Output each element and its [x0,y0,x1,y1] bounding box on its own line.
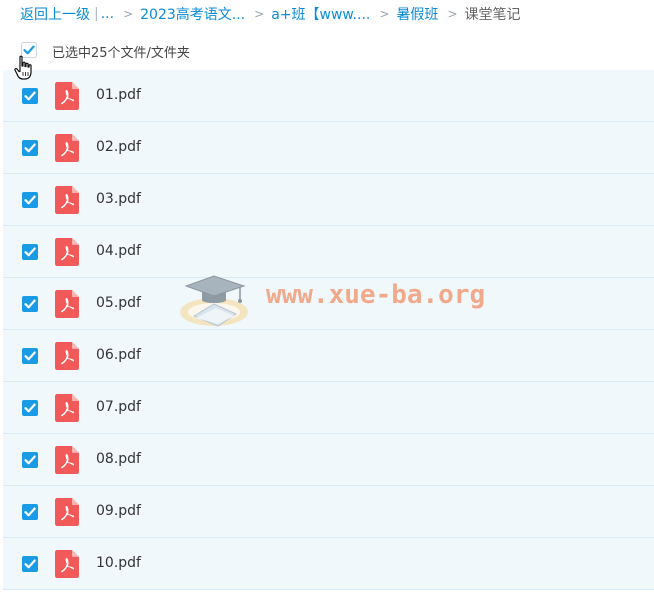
file-checkbox[interactable] [22,504,38,520]
breadcrumb-more-link[interactable]: ... [101,6,114,22]
file-row[interactable]: 07.pdf [3,382,654,434]
breadcrumb-separator-icon: > [447,7,458,21]
file-row[interactable]: 10.pdf [3,538,654,590]
pdf-icon [55,550,79,578]
file-name: 09.pdf [96,503,141,519]
file-name: 07.pdf [96,399,141,415]
pdf-icon [55,498,79,526]
file-row[interactable]: 06.pdf [3,330,654,382]
breadcrumb-item-class[interactable]: a+班【www.... [271,4,370,24]
hand-cursor-icon [14,55,32,80]
file-row[interactable]: 01.pdf [3,70,654,122]
file-row[interactable]: 04.pdf [3,226,654,278]
breadcrumb-separator-icon: > [123,7,134,21]
file-name: 05.pdf [96,295,141,311]
file-list: 01.pdf 02.pdf 03.pdf 04.pdf 05.pdf 06.pdf 07.p… [3,70,654,590]
file-name: 02.pdf [96,139,141,155]
file-name: 03.pdf [96,191,141,207]
pdf-icon [55,238,79,266]
file-name: 08.pdf [96,451,141,467]
pdf-icon [55,186,79,214]
breadcrumb-divider: | [94,6,99,22]
breadcrumb-separator-icon: > [254,7,265,21]
file-checkbox[interactable] [22,452,38,468]
file-row[interactable]: 09.pdf [3,486,654,538]
pdf-icon [55,394,79,422]
pdf-icon [55,446,79,474]
file-row[interactable]: 05.pdf [3,278,654,330]
back-link[interactable]: 返回上一级 [20,4,90,24]
file-name: 01.pdf [96,87,141,103]
file-name: 10.pdf [96,555,141,571]
file-name: 04.pdf [96,243,141,259]
file-checkbox[interactable] [22,348,38,364]
breadcrumb-item-course[interactable]: 2023高考语文... [140,4,245,24]
breadcrumb-item-summer[interactable]: 暑假班 [396,4,438,24]
file-checkbox[interactable] [22,296,38,312]
pdf-icon [55,342,79,370]
breadcrumb-current: 课堂笔记 [464,7,521,23]
file-checkbox[interactable] [22,556,38,572]
breadcrumb: 返回上一级 | ... > 2023高考语文... > a+班【www.... … [20,4,521,24]
file-checkbox[interactable] [22,140,38,156]
file-checkbox[interactable] [22,88,38,104]
selection-count-text: 已选中25个文件/文件夹 [52,46,190,61]
file-name: 06.pdf [96,347,141,363]
file-checkbox[interactable] [22,244,38,260]
pdf-icon [55,134,79,162]
file-row[interactable]: 03.pdf [3,174,654,226]
pdf-icon [55,82,79,110]
file-row[interactable]: 08.pdf [3,434,654,486]
file-checkbox[interactable] [22,192,38,208]
selection-bar: 已选中25个文件/文件夹 [0,36,654,68]
file-checkbox[interactable] [22,400,38,416]
file-row[interactable]: 02.pdf [3,122,654,174]
breadcrumb-separator-icon: > [379,7,390,21]
pdf-icon [55,290,79,318]
file-browser: 返回上一级 | ... > 2023高考语文... > a+班【www.... … [0,0,654,597]
